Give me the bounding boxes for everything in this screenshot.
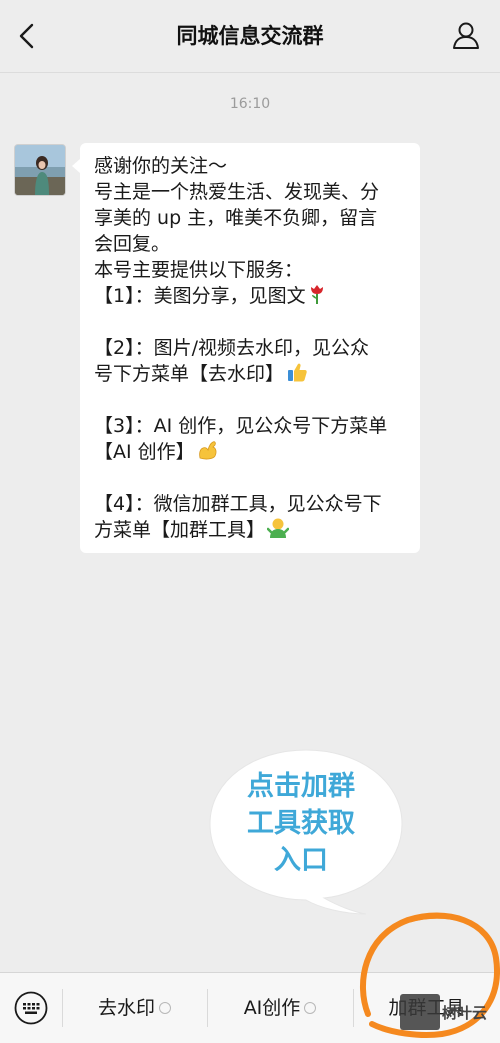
message-bubble[interactable]: 感谢你的关注～ 号主是一个热爱生活、发现美、分 享美的 up 主，唯美不负卿，留… <box>72 143 420 553</box>
message-line-with-emoji: 【AI 创作】 <box>94 439 406 465</box>
watermark-text: 树叶云 <box>442 1004 488 1022</box>
message-text: 【AI 创作】 <box>94 441 195 463</box>
message-line: 感谢你的关注～ <box>94 155 228 177</box>
person-emoji <box>267 518 290 538</box>
message-line: 本号主要提供以下服务： <box>94 259 304 281</box>
message-line <box>94 465 406 491</box>
menu-item-ai-creation[interactable]: AI创作 <box>207 973 353 1043</box>
message-line <box>94 309 406 335</box>
avatar[interactable] <box>14 144 66 196</box>
watermark-logo <box>400 994 440 1030</box>
rose-emoji <box>310 285 323 304</box>
message-line: 【3】：AI 创作，见公众号下方菜单 <box>94 415 388 437</box>
message-line: 会回复。 <box>94 233 171 255</box>
message-text: 【1】：美图分享，见图文 <box>94 285 306 307</box>
message-line: 【2】：图片/视频去水印，见公众 <box>94 337 369 359</box>
keyboard-icon[interactable] <box>14 991 48 1025</box>
menu-item-remove-watermark[interactable]: 去水印 <box>62 973 207 1043</box>
page-title: 同城信息交流群 <box>176 24 324 48</box>
flexed-biceps-emoji <box>198 441 217 460</box>
chat-bubble-icon <box>304 1002 317 1014</box>
user-icon[interactable] <box>450 19 482 51</box>
message-line: 享美的 up 主，唯美不负卿，留言 <box>94 207 378 229</box>
menu-item-label: 去水印 <box>97 997 155 1019</box>
miniprogram-icon <box>159 1002 171 1014</box>
callout-text: 点击加群 工具获取 入口 <box>222 768 380 879</box>
message-text: 方菜单【加群工具】 <box>94 519 266 541</box>
callout-line: 工具获取 <box>247 808 355 839</box>
top-bar: 同城信息交流群 <box>0 0 500 73</box>
message-line-with-emoji: 号下方菜单【去水印】 <box>94 361 406 387</box>
message-timestamp: 16:10 <box>229 96 271 112</box>
message-line: 【4】：微信加群工具，见公众号下 <box>94 493 382 515</box>
watermark: 树叶云 <box>400 994 500 1030</box>
callout-line: 入口 <box>274 845 328 876</box>
message-line-with-emoji: 方菜单【加群工具】 <box>94 517 406 543</box>
message-line-with-emoji: 【1】：美图分享，见图文 <box>94 283 406 309</box>
menu-item-label: AI创作 <box>243 997 301 1019</box>
message-text: 号下方菜单【去水印】 <box>94 363 285 385</box>
thumbs-up-emoji <box>288 363 307 382</box>
message-line <box>94 387 406 413</box>
callout-line: 点击加群 <box>247 771 355 802</box>
message-line: 号主是一个热爱生活、发现美、分 <box>94 181 380 203</box>
